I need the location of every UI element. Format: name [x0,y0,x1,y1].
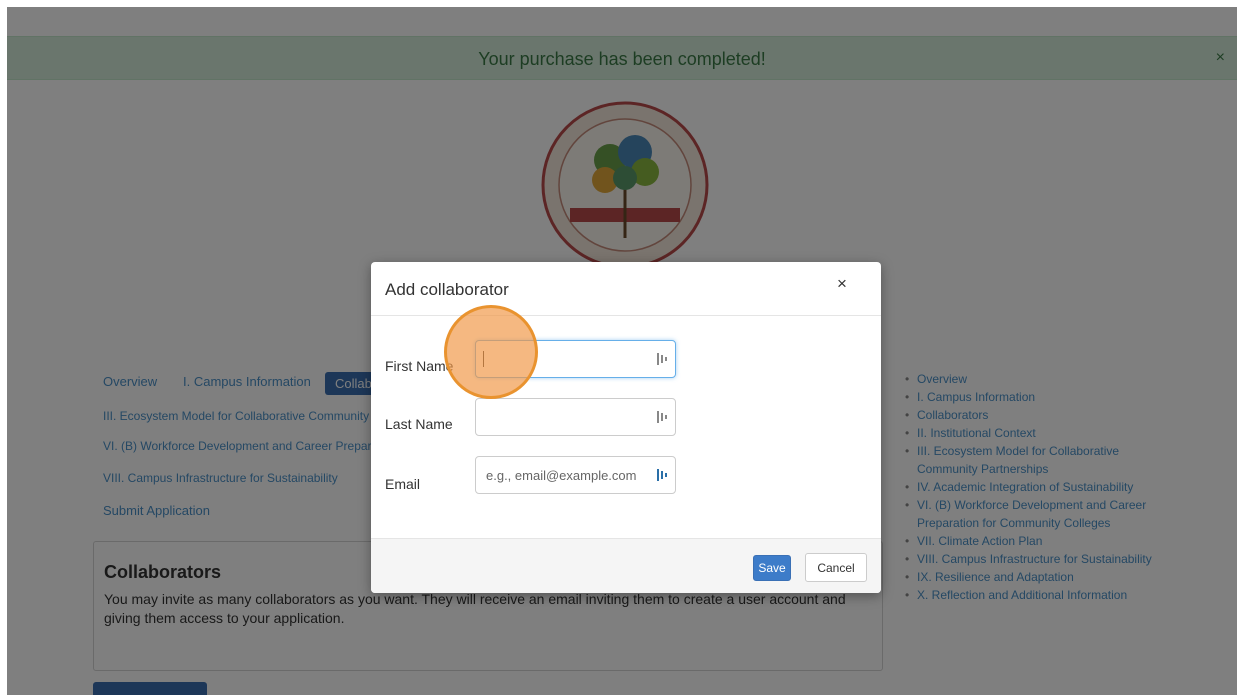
cancel-button[interactable]: Cancel [805,553,867,582]
save-button[interactable]: Save [753,555,791,581]
last-name-label: Last Name [385,416,453,432]
last-name-field[interactable] [475,398,676,436]
password-manager-icon[interactable] [657,468,669,482]
email-input[interactable] [476,457,646,493]
password-manager-icon[interactable] [657,410,669,424]
app-window: Your purchase has been completed! × Over… [7,7,1237,695]
add-collaborator-dialog: Add collaborator × First Name Last Name … [371,262,881,593]
click-indicator-icon [444,305,538,399]
close-icon[interactable]: × [837,274,847,294]
dialog-footer: Save Cancel [371,538,881,593]
last-name-input[interactable] [476,399,646,435]
dialog-header: Add collaborator × [371,262,881,316]
email-label: Email [385,476,421,492]
email-field[interactable] [475,456,676,494]
dialog-title: Add collaborator [385,280,509,299]
password-manager-icon[interactable] [657,352,669,366]
first-name-label: First Name [385,358,454,374]
